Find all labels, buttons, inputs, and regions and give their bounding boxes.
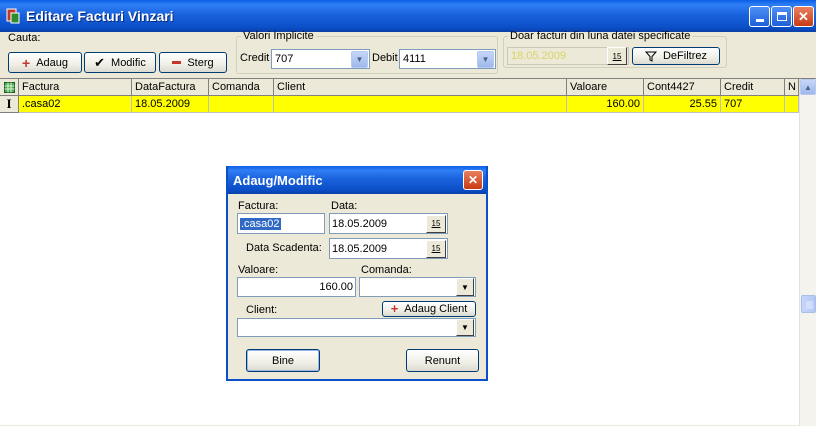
dialog-title: Adaug/Modific [233, 173, 323, 188]
close-button[interactable]: ✕ [793, 6, 814, 27]
column-header-n[interactable]: N [785, 79, 799, 96]
filter-group-title: Doar facturi din luna datei specificate [510, 30, 691, 42]
client-select[interactable]: ▼ [237, 318, 476, 337]
debit-select[interactable]: 4111 ▼ [399, 49, 496, 69]
ok-button-label: Bine [271, 354, 295, 367]
data-input[interactable]: 18.05.2009 15 [329, 213, 448, 234]
column-header-client[interactable]: Client [274, 79, 567, 96]
row-indicator[interactable]: I [0, 96, 19, 113]
dialog-title-bar[interactable]: Adaug/Modific ✕ [228, 166, 486, 194]
column-header-datafactura[interactable]: DataFactura [132, 79, 209, 96]
calendar-icon[interactable]: 15 [426, 214, 446, 233]
plus-icon: + [390, 301, 399, 316]
scadenta-input[interactable]: 18.05.2009 15 [329, 238, 448, 259]
minimize-button[interactable] [749, 6, 770, 27]
data-label: Data: [331, 200, 358, 212]
factura-input-value: .casa02 [240, 217, 281, 230]
calendar-icon[interactable]: 15 [426, 239, 446, 258]
window-title: Editare Facturi Vinzari [26, 8, 174, 24]
factura-label: Factura: [238, 200, 279, 212]
chevron-down-icon[interactable]: ▼ [456, 319, 474, 336]
scrollbar-thumb[interactable] [801, 295, 816, 313]
maximize-button[interactable] [771, 6, 792, 27]
valoare-input-value: 160.00 [319, 281, 353, 293]
add-button-label: Adaug [36, 56, 68, 69]
close-icon: ✕ [467, 173, 479, 187]
app-icon [6, 8, 20, 24]
filter-icon [644, 51, 657, 62]
delete-button-label: Sterg [187, 56, 214, 69]
add-client-button-label: Adaug Client [404, 303, 468, 315]
checkmark-icon: ✔ [94, 54, 106, 70]
column-header-cont4427[interactable]: Cont4427 [644, 79, 721, 96]
data-input-value: 18.05.2009 [332, 217, 388, 230]
cancel-button[interactable]: Renunt [406, 349, 479, 372]
filter-date-field[interactable]: 18.05.2009 15 [507, 47, 629, 65]
debit-label: Debit [372, 52, 398, 64]
add-client-button[interactable]: + Adaug Client [382, 301, 476, 317]
edit-button-label: Modific [111, 56, 146, 69]
minus-icon [172, 61, 182, 64]
scadenta-input-value: 18.05.2009 [332, 242, 388, 255]
close-icon: ✕ [798, 8, 809, 24]
delete-button[interactable]: Sterg [159, 52, 227, 73]
unfilter-button[interactable]: DeFiltrez [632, 47, 720, 65]
grip-icon [806, 301, 813, 309]
comanda-select[interactable]: ▼ [359, 277, 476, 297]
cancel-button-label: Renunt [424, 354, 461, 367]
valoare-input[interactable]: 160.00 [237, 277, 356, 297]
credit-label: Credit [240, 52, 270, 64]
maximize-icon [776, 12, 787, 21]
table-cell-cont4427[interactable]: 25.55 [644, 96, 721, 113]
grid-corner[interactable] [0, 79, 19, 96]
plus-icon: + [22, 54, 31, 71]
table-cell-valoare[interactable]: 160.00 [567, 96, 644, 113]
credit-select-value: 707 [275, 53, 294, 65]
column-header-factura[interactable]: Factura [19, 79, 132, 96]
table-cell-factura[interactable]: .casa02 [19, 96, 132, 113]
dialog-close-button[interactable]: ✕ [463, 170, 483, 190]
title-bar[interactable]: Editare Facturi Vinzari ✕ [0, 0, 816, 32]
table-cell-datafactura[interactable]: 18.05.2009 [132, 96, 209, 113]
search-label: Cauta: [8, 32, 41, 44]
filter-date-value: 18.05.2009 [511, 50, 567, 62]
table-cell-comanda[interactable] [209, 96, 274, 113]
edit-button[interactable]: ✔ Modific [84, 52, 156, 73]
ok-button[interactable]: Bine [246, 349, 320, 372]
factura-input[interactable]: .casa02 [237, 213, 325, 234]
chevron-down-icon[interactable]: ▼ [477, 50, 494, 68]
scadenta-label: Data Scadenta: [246, 242, 322, 254]
debit-select-value: 4111 [403, 53, 426, 65]
grid-icon [3, 81, 15, 93]
defaults-group-title: Valori Implicite [243, 30, 314, 42]
column-header-comanda[interactable]: Comanda [209, 79, 274, 96]
unfilter-button-label: DeFiltrez [662, 50, 707, 62]
add-edit-dialog: Adaug/Modific ✕ Factura: .casa02 Data: 1… [226, 166, 488, 381]
table-cell-client[interactable] [274, 96, 567, 113]
minimize-icon [755, 19, 764, 22]
comanda-label: Comanda: [361, 264, 412, 276]
valoare-label: Valoare: [238, 264, 279, 276]
chevron-down-icon[interactable]: ▼ [351, 50, 368, 68]
add-button[interactable]: + Adaug [8, 52, 82, 73]
scroll-up-icon[interactable]: ▲ [800, 79, 816, 95]
column-header-credit[interactable]: Credit [721, 79, 785, 96]
toolbar: Cauta: + Adaug ✔ Modific Sterg Valori Im… [0, 30, 816, 78]
chevron-down-icon[interactable]: ▼ [456, 278, 474, 296]
table-cell-credit[interactable]: 707 [721, 96, 785, 113]
vertical-scrollbar[interactable]: ▲ [799, 79, 816, 426]
credit-select[interactable]: 707 ▼ [271, 49, 370, 69]
column-header-valoare[interactable]: Valoare [567, 79, 644, 96]
client-label: Client: [246, 304, 278, 316]
table-cell-n[interactable] [785, 96, 799, 113]
calendar-icon[interactable]: 15 [607, 47, 627, 65]
